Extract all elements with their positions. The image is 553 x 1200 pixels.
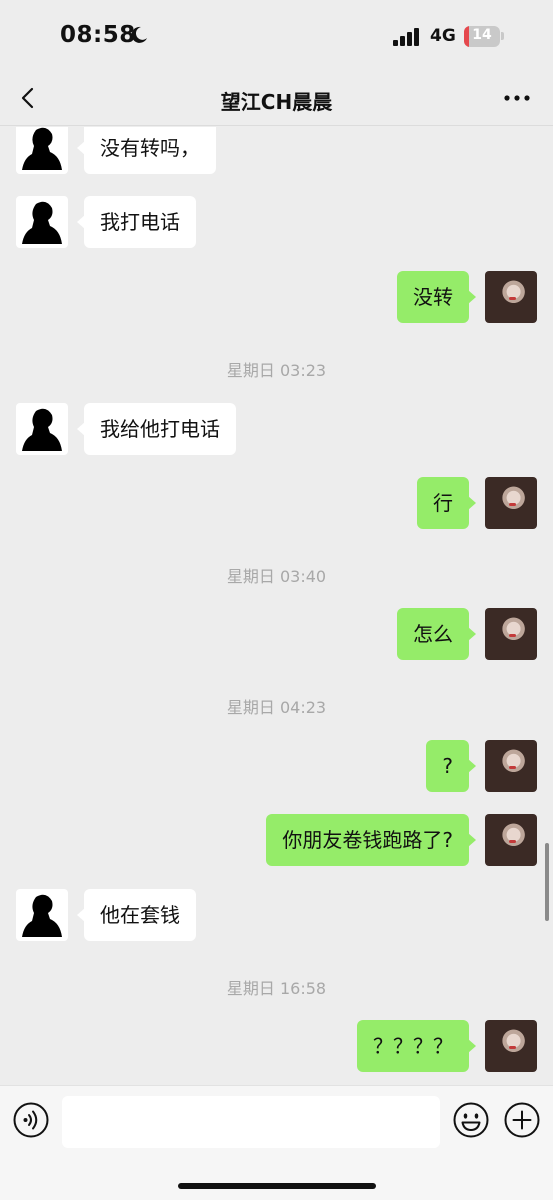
- chat-title: 望江CH晨晨: [220, 90, 333, 114]
- message-input[interactable]: [62, 1096, 440, 1148]
- my-avatar[interactable]: [485, 1020, 537, 1072]
- status-time: 08:58: [60, 22, 136, 48]
- message-bubble[interactable]: 你朋友卷钱跑路了?: [266, 814, 476, 866]
- message-bubble[interactable]: 没转: [397, 271, 476, 323]
- timestamp: 星期日 16:58: [226, 979, 327, 998]
- my-avatar[interactable]: [485, 271, 537, 323]
- contact-avatar[interactable]: [16, 127, 68, 174]
- timestamp: 星期日 04:23: [226, 698, 327, 717]
- battery-tip: [501, 32, 504, 40]
- my-avatar[interactable]: [485, 608, 537, 660]
- plus-icon[interactable]: [503, 1101, 541, 1139]
- timestamp: 星期日 03:40: [226, 567, 327, 586]
- message-bubble[interactable]: ?: [426, 740, 476, 792]
- status-bar: 08:58 4G 14: [0, 0, 553, 70]
- contact-avatar[interactable]: [16, 196, 68, 248]
- my-avatar[interactable]: [485, 740, 537, 792]
- signal-icon: [393, 28, 421, 46]
- message-bubble[interactable]: 我给他打电话: [77, 403, 236, 455]
- message-bubble[interactable]: 没有转吗，: [77, 127, 216, 174]
- message-bubble[interactable]: 行: [417, 477, 476, 529]
- my-avatar[interactable]: [485, 814, 537, 866]
- emoji-icon[interactable]: [452, 1101, 490, 1139]
- timestamp: 星期日 03:23: [226, 361, 327, 380]
- chat-area[interactable]: 没有转吗， 我打电话 没转 星期日 03:23 我给他打电话 行 星期日 03:…: [0, 127, 553, 1085]
- more-icon[interactable]: [502, 84, 532, 112]
- message-bubble[interactable]: 怎么: [397, 608, 476, 660]
- message-bubble[interactable]: 他在套钱: [77, 889, 196, 941]
- voice-icon[interactable]: [12, 1101, 50, 1139]
- my-avatar[interactable]: [485, 477, 537, 529]
- moon-icon: [131, 26, 147, 43]
- chat-scrollbar[interactable]: [545, 843, 549, 921]
- contact-avatar[interactable]: [16, 889, 68, 941]
- nav-bar: 望江CH晨晨: [0, 70, 553, 126]
- message-bubble[interactable]: ？？？？: [357, 1020, 476, 1072]
- battery-icon: 14: [464, 26, 500, 47]
- contact-avatar[interactable]: [16, 403, 68, 455]
- message-bubble[interactable]: 我打电话: [77, 196, 196, 248]
- network-type: 4G: [430, 26, 456, 46]
- input-bar: [0, 1085, 553, 1200]
- battery-level: 14: [472, 27, 492, 43]
- home-indicator: [178, 1183, 376, 1189]
